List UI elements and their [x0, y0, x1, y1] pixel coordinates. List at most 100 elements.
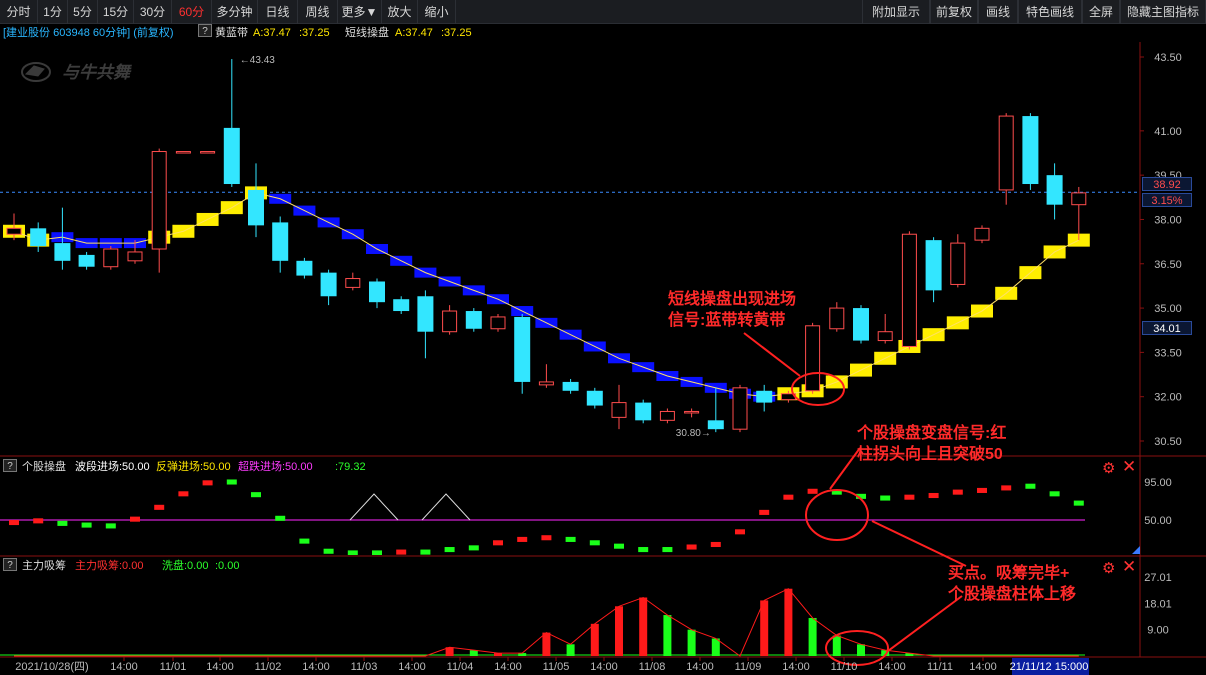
- time-axis-label: 14:00: [878, 661, 906, 673]
- ind-bar: [589, 540, 600, 546]
- time-axis-label: 11/08: [639, 661, 666, 673]
- candle-body: [514, 316, 531, 382]
- low-price-label: 30.80→: [676, 428, 711, 439]
- candle-body: [829, 307, 845, 330]
- time-axis-label: 14:00: [206, 661, 234, 673]
- candle-body: [901, 233, 917, 347]
- ind-bar: [759, 509, 770, 515]
- ind-bar: [517, 536, 528, 542]
- vol-bar: [832, 635, 841, 656]
- price-axis-label: 33.50: [1154, 347, 1182, 359]
- ind-bar: [420, 549, 431, 555]
- ind-bar: [33, 518, 44, 524]
- ind-bar: [1001, 485, 1012, 491]
- candle-body: [200, 151, 216, 154]
- ind-panel-name: 个股操盘: [22, 461, 66, 473]
- vol-field-3: :0.00: [215, 560, 240, 572]
- ind-bar: [783, 494, 794, 500]
- candle-body: [320, 272, 337, 297]
- logo-text: 与牛共舞: [62, 63, 132, 83]
- vol-bar: [808, 617, 817, 656]
- ind-bar: [977, 487, 987, 493]
- candle-body: [538, 381, 554, 386]
- vol-axis-label: 27.01: [1144, 572, 1172, 584]
- candle-body: [925, 240, 942, 291]
- vol-bar: [615, 606, 623, 656]
- turn-signal-circle: [805, 489, 869, 541]
- ind-close-icon[interactable]: ✕: [1122, 457, 1136, 477]
- price-axis-label: 43.50: [1154, 52, 1182, 64]
- candle-body: [151, 151, 167, 250]
- time-axis-label: 14:00: [782, 661, 810, 673]
- ind-bar: [57, 520, 68, 526]
- candle-body: [805, 325, 821, 392]
- change-pct-tag: 3.15%: [1142, 193, 1192, 207]
- price-axis-label: 38.00: [1154, 214, 1182, 226]
- candle-body: [877, 331, 893, 342]
- ind-bar: [9, 520, 19, 526]
- ind-bar: [226, 479, 237, 485]
- price-axis-label: 35.00: [1154, 303, 1182, 315]
- high-price-label: ←43.43: [240, 55, 275, 66]
- ind-field-2: 反弹进场:50.00: [156, 461, 231, 473]
- candle-body: [103, 248, 119, 268]
- ind-bar: [396, 549, 407, 555]
- time-axis-label: 14:00: [590, 661, 618, 673]
- price-axis-label: 41.00: [1154, 126, 1182, 138]
- vol-bar: [663, 615, 672, 656]
- ind-settings-gear-icon[interactable]: ⚙: [1102, 459, 1115, 477]
- candle-body: [635, 402, 652, 421]
- ind-triangle: [421, 493, 471, 521]
- ind-bar: [154, 504, 165, 510]
- annotation-entry-signal: 短线操盘出现进场 信号:蓝带转黄带: [668, 291, 797, 329]
- ind-bar: [493, 540, 503, 546]
- time-axis-label: 11/09: [735, 661, 762, 673]
- candle-body: [659, 410, 675, 421]
- vol-bar: [590, 623, 599, 656]
- candle-body: [611, 402, 627, 418]
- ind-bar: [178, 491, 189, 497]
- ind-bar: [928, 492, 939, 499]
- ind-bar: [202, 480, 213, 486]
- candle-body: [1022, 116, 1039, 185]
- time-axis-label: 14:00: [969, 661, 997, 673]
- ind-bar: [952, 489, 963, 495]
- candle-body: [684, 410, 700, 414]
- ind-triangle: [349, 493, 399, 521]
- ind-bar: [323, 548, 334, 554]
- candle-body: [54, 243, 71, 261]
- ind-bar: [880, 495, 891, 501]
- price-axis-label: 36.50: [1154, 259, 1182, 271]
- ind-bar: [372, 550, 382, 555]
- time-axis-label: 11/02: [255, 661, 282, 673]
- vol-panel-name: 主力吸筹: [22, 560, 66, 572]
- candle-body: [369, 281, 385, 303]
- vol-field-1: 主力吸筹:0.00: [75, 560, 144, 572]
- time-axis-label: 14:00: [398, 661, 426, 673]
- candle-body: [442, 310, 458, 333]
- ind-field-3: 超跌进场:50.00: [238, 461, 313, 473]
- candle-body: [417, 296, 434, 332]
- panel-resize-handle: [1132, 546, 1140, 554]
- ind-bar: [686, 544, 697, 550]
- annotation-turn-signal: 个股操盘变盘信号:红 柱拐头向上且突破50: [857, 425, 1007, 463]
- candle-body: [950, 242, 966, 285]
- ind-bar: [1073, 500, 1084, 506]
- ind-bar: [444, 547, 455, 553]
- vol-close-icon[interactable]: ✕: [1122, 557, 1136, 577]
- ind-bar: [468, 545, 479, 551]
- ind-axis-label: 95.00: [1144, 477, 1172, 489]
- time-axis-label: 11/03: [351, 661, 378, 673]
- time-axis-label: 11/10: [831, 661, 858, 673]
- candle-body: [345, 278, 361, 288]
- vol-bar: [687, 629, 696, 656]
- vol-bar: [542, 632, 551, 656]
- vol-bar: [784, 588, 793, 656]
- candle-body: [248, 189, 264, 226]
- ind-bar: [275, 515, 286, 521]
- candle-body: [175, 151, 191, 154]
- vol-settings-gear-icon[interactable]: ⚙: [1102, 559, 1115, 577]
- vol-field-2: 洗盘:0.00: [162, 560, 209, 572]
- ind-bar: [130, 516, 140, 522]
- ind-bar: [638, 547, 649, 553]
